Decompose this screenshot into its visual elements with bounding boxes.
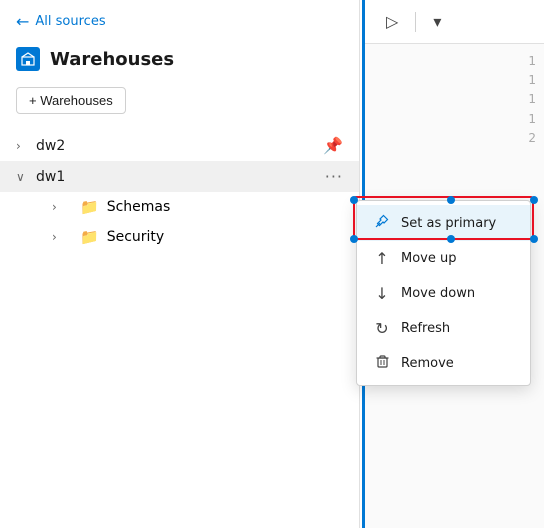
tree-item-dw2[interactable]: › dw2 📌 (0, 130, 359, 161)
schemas-folder-icon: 📁 (80, 198, 99, 216)
pin-icon: 📌 (323, 136, 343, 155)
move-down-label: Move down (401, 286, 475, 301)
move-up-label: Move up (401, 251, 457, 266)
play-button[interactable]: ▷ (377, 7, 407, 37)
line-3: 1 (528, 90, 536, 109)
security-label: Security (107, 229, 165, 245)
schemas-chevron-icon: › (52, 200, 72, 214)
line-1: 1 (528, 52, 536, 71)
back-arrow-icon: ← (16, 12, 29, 31)
menu-item-move-up[interactable]: ↑ Move up (357, 241, 530, 276)
menu-item-remove[interactable]: Remove (357, 346, 530, 381)
context-menu: Set as primary ↑ Move up ↓ Move down ↻ R… (356, 200, 531, 386)
set-primary-label: Set as primary (401, 216, 496, 231)
security-chevron-icon: › (52, 230, 72, 244)
pin-menu-icon (373, 213, 391, 233)
menu-item-refresh[interactable]: ↻ Refresh (357, 311, 530, 346)
add-warehouse-button[interactable]: + Warehouses (16, 87, 126, 114)
dropdown-button[interactable]: ▾ (424, 7, 450, 37)
chevron-down-icon: ∨ (16, 170, 36, 184)
menu-item-move-down[interactable]: ↓ Move down (357, 276, 530, 311)
dw1-label: dw1 (36, 169, 325, 185)
warehouse-icon (16, 47, 40, 71)
back-label: All sources (35, 14, 105, 29)
move-up-icon: ↑ (373, 249, 391, 268)
remove-label: Remove (401, 356, 454, 371)
security-item[interactable]: › 📁 Security (0, 222, 359, 252)
add-label: + Warehouses (29, 93, 113, 108)
dw2-label: dw2 (36, 138, 323, 154)
toolbar-divider (415, 12, 416, 32)
trash-icon (373, 354, 391, 373)
tree-item-dw1[interactable]: ∨ dw1 ··· (0, 161, 359, 192)
chevron-right-icon: › (16, 139, 36, 153)
line-numbers: 1 1 1 1 2 (520, 44, 544, 156)
refresh-icon: ↻ (373, 319, 391, 338)
section-title: Warehouses (50, 49, 174, 70)
menu-item-set-primary[interactable]: Set as primary (357, 205, 530, 241)
chevron-down-toolbar-icon: ▾ (433, 14, 441, 31)
line-5: 2 (528, 129, 536, 148)
play-icon: ▷ (386, 14, 398, 31)
dw1-more-icon[interactable]: ··· (325, 167, 343, 186)
back-nav[interactable]: ← All sources (0, 0, 359, 39)
refresh-label: Refresh (401, 321, 450, 336)
security-folder-icon: 📁 (80, 228, 99, 246)
line-2: 1 (528, 71, 536, 90)
move-down-icon: ↓ (373, 284, 391, 303)
line-4: 1 (528, 110, 536, 129)
schemas-item[interactable]: › 📁 Schemas (0, 192, 359, 222)
section-header: Warehouses (0, 39, 359, 83)
schemas-label: Schemas (107, 199, 171, 215)
